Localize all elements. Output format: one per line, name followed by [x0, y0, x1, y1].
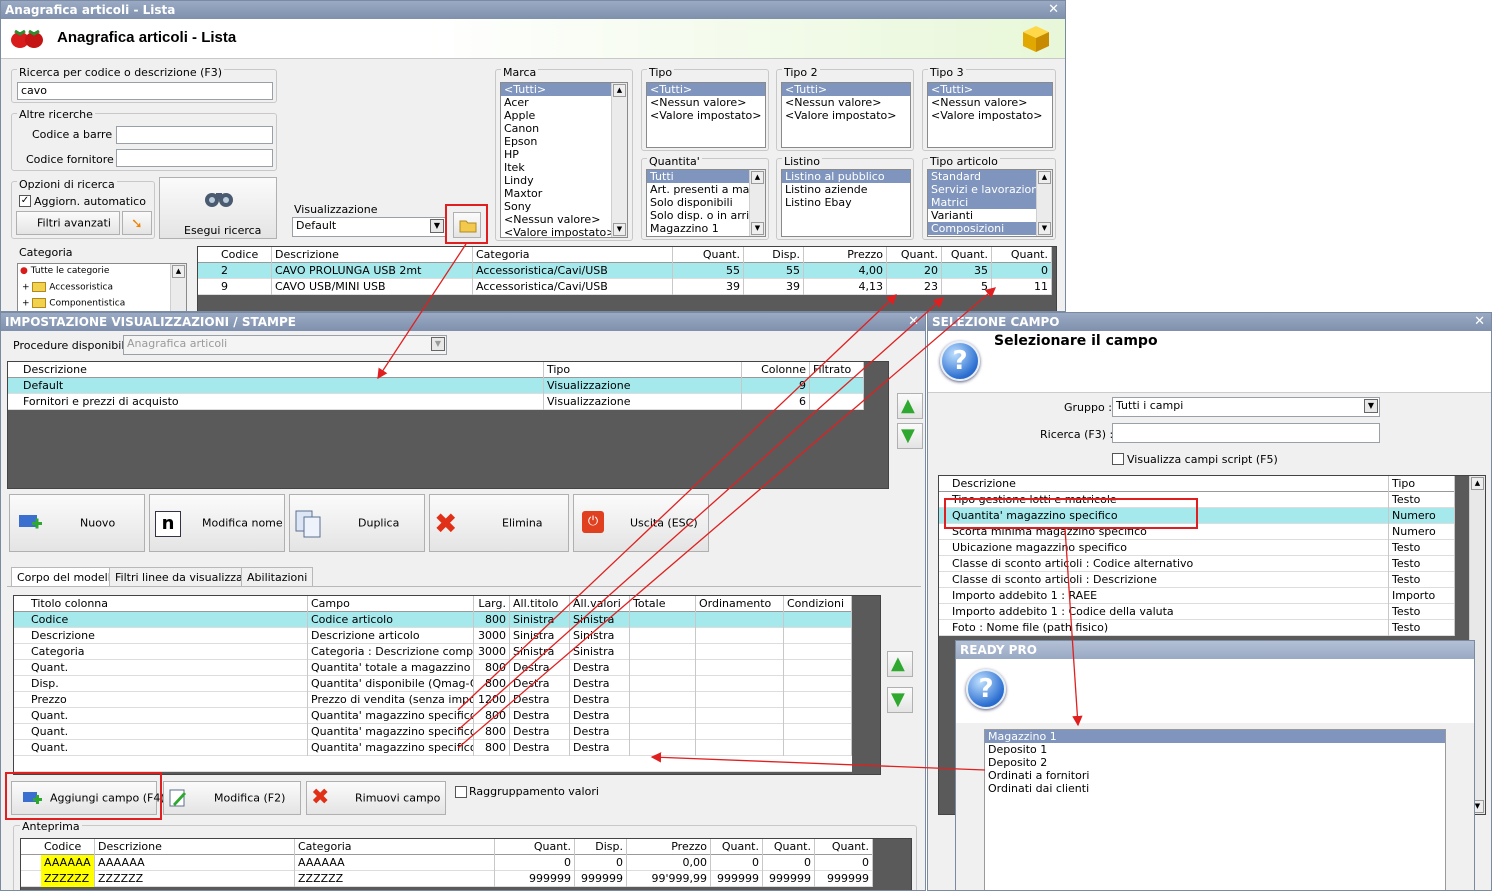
annotation-arrows: [377, 243, 1083, 771]
